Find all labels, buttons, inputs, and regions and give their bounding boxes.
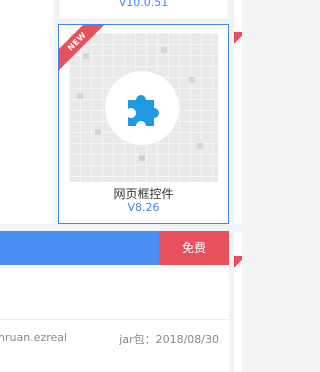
right-card-ribbon-1 <box>234 32 242 44</box>
left-card-fragment <box>0 0 53 224</box>
plugin-thumbnail <box>69 33 218 182</box>
puzzle-piece-icon <box>128 95 159 126</box>
package-date: jar包：2018/08/30 <box>119 333 219 346</box>
plugin-name: 网页框控件 <box>113 187 174 201</box>
plugin-list-row[interactable]: 免费 nruan.ezreal jar包：2018/08/30 <box>0 231 229 372</box>
plugin-version: V8.26 <box>127 201 160 214</box>
right-card-fragment-2 <box>234 232 242 372</box>
row-divider <box>0 319 229 320</box>
plugin-icon-circle <box>105 71 179 145</box>
row-header-bar <box>0 231 159 265</box>
free-button[interactable]: 免费 <box>159 231 229 265</box>
top-card-fragment[interactable]: V10.0.51 <box>58 0 229 20</box>
author-name[interactable]: nruan.ezreal <box>0 331 67 344</box>
plugin-card[interactable]: NEW 网页框控件 V8.26 <box>58 24 229 224</box>
right-card-fragment-1 <box>234 0 242 224</box>
right-card-ribbon-2 <box>234 256 242 268</box>
top-card-version: V10.0.51 <box>118 0 169 9</box>
